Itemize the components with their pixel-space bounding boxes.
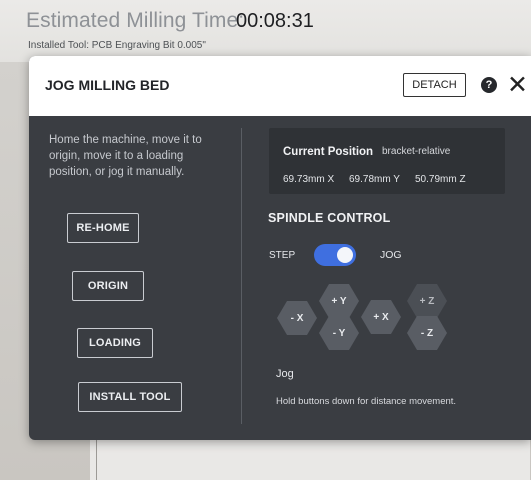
current-position-panel: Current Position bracket-relative 69.73m…	[269, 128, 505, 194]
jog-minus-z-button[interactable]: - Z	[407, 316, 447, 350]
app-divider	[96, 440, 97, 480]
loading-button[interactable]: LOADING	[77, 328, 153, 358]
jog-minus-y-button[interactable]: - Y	[319, 316, 359, 350]
position-z: 50.79mm Z	[415, 174, 466, 185]
estimated-time-label: Estimated Milling Time:	[26, 9, 245, 32]
jog-section-label: Jog	[276, 368, 294, 380]
jog-mode-label: JOG	[380, 249, 402, 261]
column-divider	[241, 128, 242, 424]
jog-plus-x-button[interactable]: + X	[361, 300, 401, 334]
installed-tool-text: Installed Tool: PCB Engraving Bit 0.005"	[28, 40, 206, 51]
jog-plus-z-button[interactable]: + Z	[407, 284, 447, 318]
detach-button[interactable]: DETACH	[403, 73, 466, 97]
origin-button[interactable]: ORIGIN	[72, 271, 144, 301]
help-icon[interactable]: ?	[481, 77, 497, 93]
spindle-control-title: SPINDLE CONTROL	[268, 211, 391, 225]
app-header: Estimated Milling Time: 00:08:31 Install…	[0, 0, 531, 62]
dialog-instructions: Home the machine, move it to origin, mov…	[49, 134, 202, 178]
position-x: 69.73mm X	[283, 174, 335, 185]
dialog-title: JOG MILLING BED	[45, 77, 170, 93]
install-tool-button[interactable]: INSTALL TOOL	[78, 382, 182, 412]
current-position-title: Current Position	[283, 146, 374, 158]
position-mode: bracket-relative	[382, 146, 451, 157]
jog-milling-bed-dialog: JOG MILLING BED DETACH ? ✕ Home the mach…	[29, 56, 531, 440]
step-jog-toggle[interactable]	[314, 244, 356, 266]
jog-minus-x-button[interactable]: - X	[277, 301, 317, 335]
estimated-time-value: 00:08:31	[236, 10, 314, 32]
step-mode-label: STEP	[269, 250, 296, 261]
toggle-knob	[337, 247, 353, 263]
close-icon[interactable]: ✕	[507, 72, 529, 98]
jog-plus-y-button[interactable]: + Y	[319, 284, 359, 318]
rehome-button[interactable]: RE-HOME	[67, 213, 139, 243]
jog-hint-text: Hold buttons down for distance movement.	[276, 396, 457, 407]
dialog-header: JOG MILLING BED DETACH ? ✕	[29, 56, 531, 116]
position-y: 69.78mm Y	[349, 174, 400, 185]
